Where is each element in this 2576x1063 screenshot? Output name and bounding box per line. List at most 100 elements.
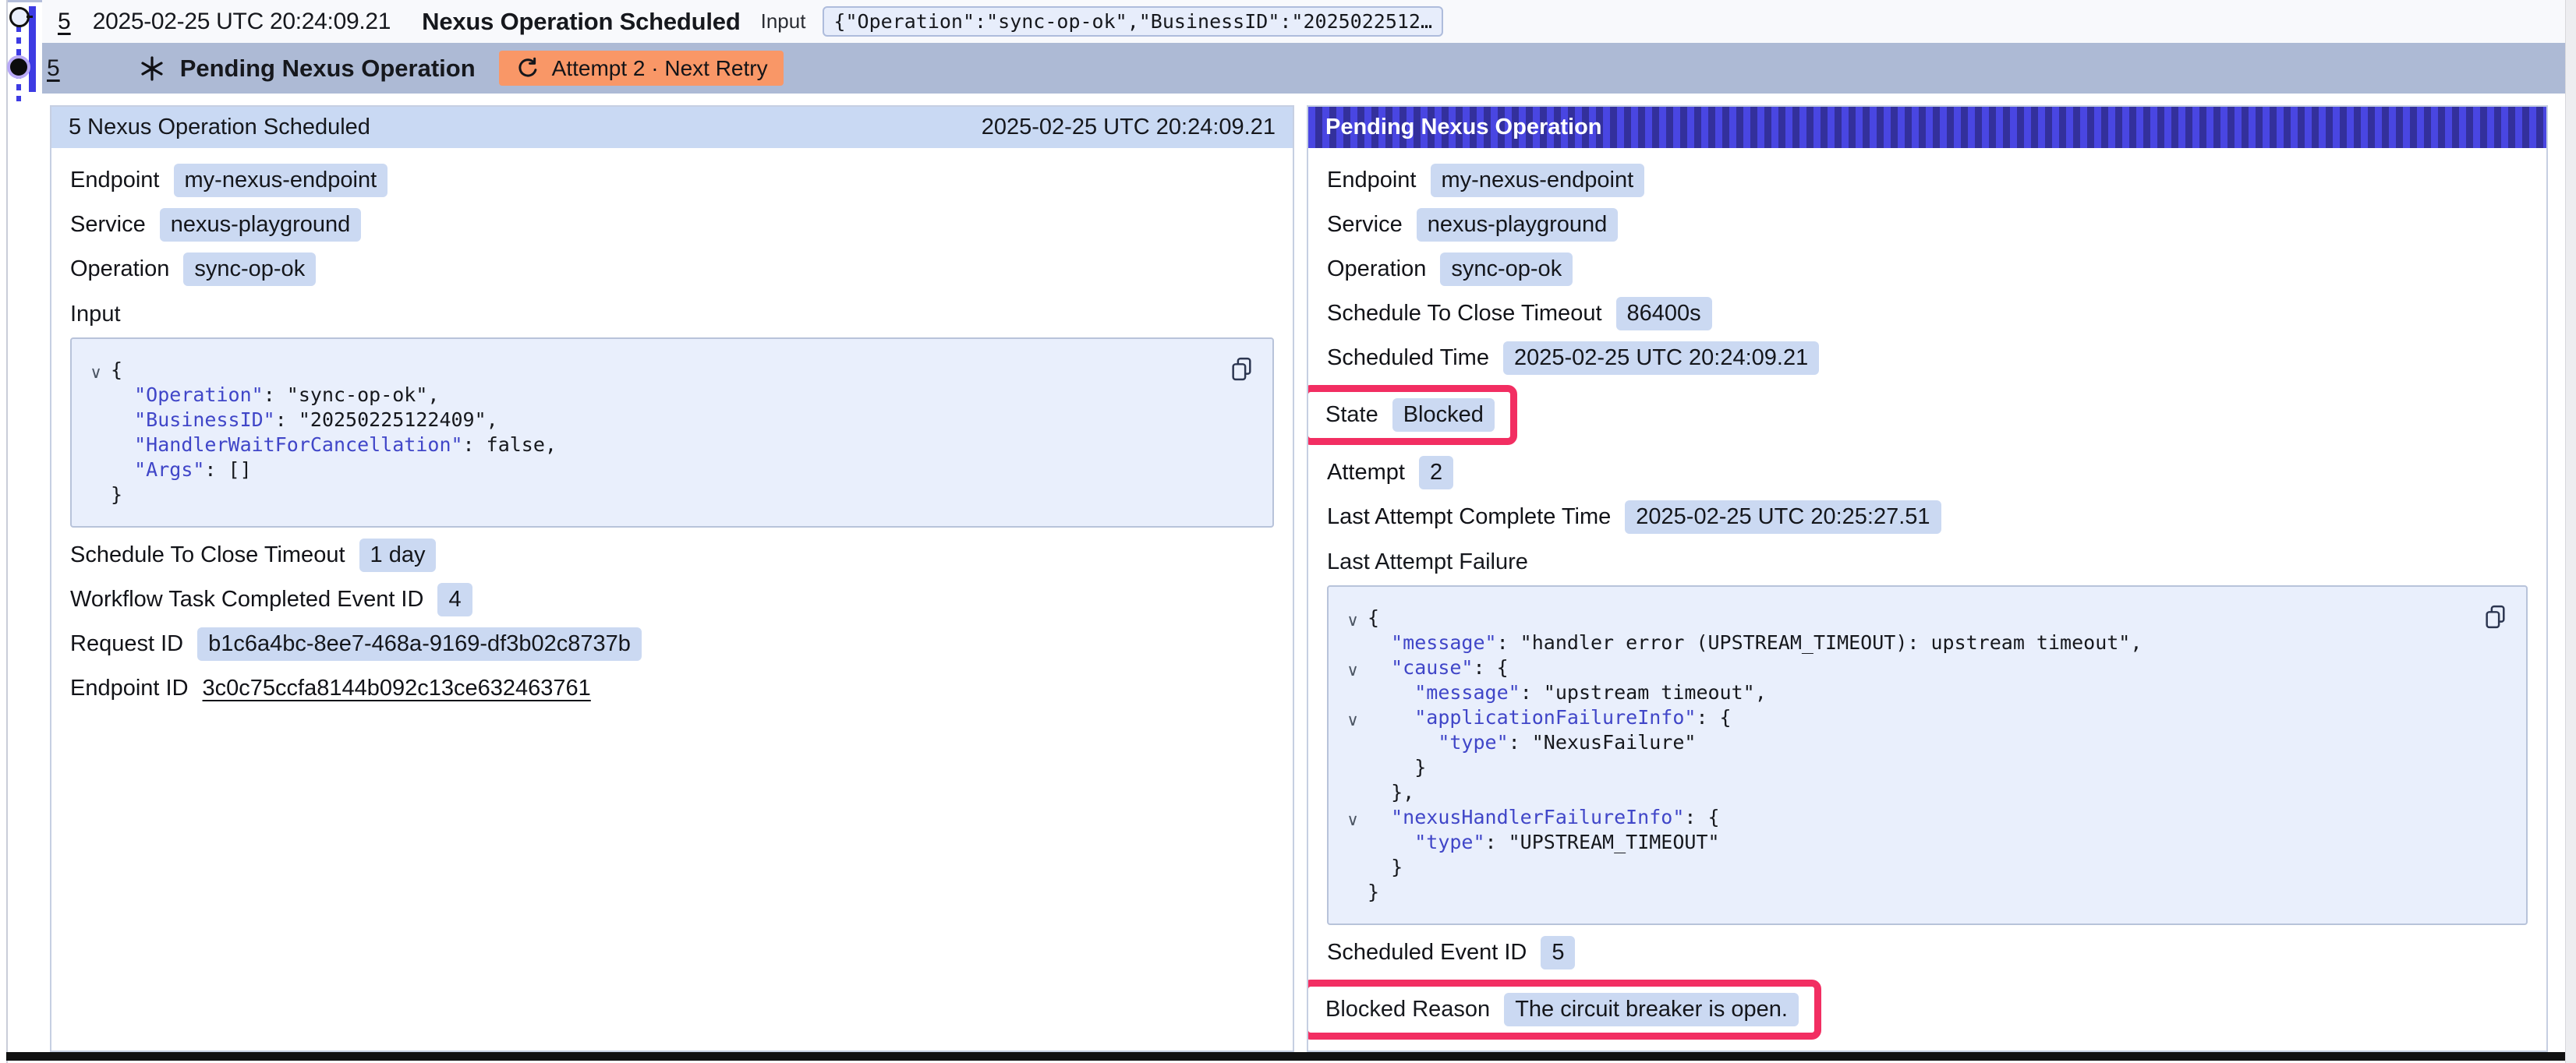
collapse-chevron-icon[interactable]: ∨ xyxy=(1338,608,1368,633)
field-label: Blocked Reason xyxy=(1325,997,1490,1022)
json-line: "type": "UPSTREAM_TIMEOUT" xyxy=(1338,830,2479,855)
failure-json-code: ∨{ "message": "handler error (UPSTREAM_T… xyxy=(1338,606,2479,905)
collapse-chevron-icon xyxy=(81,485,111,510)
json-line: ∨{ xyxy=(1338,606,2479,630)
field-value-badge: 2025-02-25 UTC 20:25:27.51 xyxy=(1625,500,1941,534)
field-row: Last Attempt Complete Time 2025-02-25 UT… xyxy=(1327,500,2528,534)
field-label: Last Attempt Complete Time xyxy=(1327,504,1611,530)
event-history-row-scheduled[interactable]: 5 2025-02-25 UTC 20:24:09.21 Nexus Opera… xyxy=(42,0,2565,43)
event-detail-timestamp: 2025-02-25 UTC 20:24:09.21 xyxy=(982,115,1276,140)
collapse-chevron-icon xyxy=(1338,832,1368,857)
field-label: Scheduled Event ID xyxy=(1327,940,1527,966)
event-input-label: Input xyxy=(761,9,806,34)
field-value-badge: my-nexus-endpoint xyxy=(1431,164,1645,197)
json-line: ∨ "cause": { xyxy=(1338,655,2479,680)
pending-id-link[interactable]: 5 xyxy=(47,55,60,82)
json-line: "Args": [] xyxy=(81,457,1226,482)
collapse-chevron-icon xyxy=(1338,683,1368,708)
collapse-chevron-icon xyxy=(1338,782,1368,807)
field-label: Endpoint xyxy=(1327,168,1417,193)
json-line: } xyxy=(1338,755,2479,780)
json-line: } xyxy=(81,482,1226,507)
field-row: Service nexus-playground xyxy=(70,207,1274,242)
state-value-badge: Blocked xyxy=(1392,398,1495,432)
field-label: Schedule To Close Timeout xyxy=(1327,301,1602,327)
field-label: State xyxy=(1325,402,1378,428)
scrollbar[interactable] xyxy=(2565,0,2576,1063)
input-json-block: ∨{ "Operation": "sync-op-ok", "BusinessI… xyxy=(70,337,1274,528)
collapse-chevron-icon[interactable]: ∨ xyxy=(1338,807,1368,832)
field-value-badge: b1c6a4bc-8ee7-468a-9169-df3b02c8737b xyxy=(197,627,642,661)
field-value-badge: 4 xyxy=(437,583,472,616)
field-row: Scheduled Event ID 5 xyxy=(1327,935,2528,969)
pending-operation-title: Pending Nexus Operation xyxy=(180,55,476,83)
pending-operation-row[interactable]: 5 Pending Nexus Operation Attempt 2 · Ne… xyxy=(42,43,2565,94)
collapse-chevron-icon[interactable]: ∨ xyxy=(81,360,111,385)
collapse-chevron-icon xyxy=(1338,633,1368,658)
collapse-chevron-icon[interactable]: ∨ xyxy=(1338,658,1368,683)
json-line: } xyxy=(1338,880,2479,905)
event-id-link[interactable]: 5 xyxy=(58,9,71,35)
pending-marker-filled-dot-icon xyxy=(10,58,27,76)
collapse-chevron-icon xyxy=(81,385,111,410)
collapse-chevron-icon[interactable]: ∨ xyxy=(1338,708,1368,733)
json-line: }, xyxy=(1338,780,2479,805)
endpoint-id-row: Endpoint ID 3c0c75ccfa8144b092c13ce63246… xyxy=(70,671,1274,705)
retry-status-badge: Attempt 2 · Next Retry xyxy=(499,51,784,86)
collapse-chevron-icon xyxy=(1338,733,1368,758)
input-section-label: Input xyxy=(70,300,1274,328)
bottom-divider xyxy=(6,1052,2566,1061)
field-label: Scheduled Time xyxy=(1327,345,1489,371)
event-fields-bottom: Schedule To Close Timeout 1 day Workflow… xyxy=(70,538,1274,661)
endpoint-id-link[interactable]: 3c0c75ccfa8144b092c13ce632463761 xyxy=(203,676,591,701)
blocked-reason-row: Blocked Reason The circuit breaker is op… xyxy=(1327,980,2528,1040)
field-row: Request ID b1c6a4bc-8ee7-468a-9169-df3b0… xyxy=(70,627,1274,661)
json-line: ∨ "nexusHandlerFailureInfo": { xyxy=(1338,805,2479,830)
field-value-badge: 86400s xyxy=(1616,297,1712,330)
field-label: Endpoint xyxy=(70,168,160,193)
field-label: Operation xyxy=(70,256,169,282)
nexus-asterisk-icon xyxy=(138,55,166,83)
field-label: Service xyxy=(70,212,146,238)
event-timestamp: 2025-02-25 UTC 20:24:09.21 xyxy=(93,9,391,35)
left-gutter-rule xyxy=(6,0,8,1063)
json-line: "message": "handler error (UPSTREAM_TIME… xyxy=(1338,630,2479,655)
field-value-badge: nexus-playground xyxy=(1417,208,1619,242)
field-value-badge: sync-op-ok xyxy=(183,253,316,286)
field-label: Workflow Task Completed Event ID xyxy=(70,587,423,613)
copy-icon[interactable] xyxy=(1229,356,1255,384)
collapse-chevron-icon xyxy=(81,410,111,435)
state-annotation-box: State Blocked xyxy=(1307,385,1517,445)
json-line: "BusinessID": "20250225122409", xyxy=(81,408,1226,433)
json-line: ∨{ xyxy=(81,358,1226,383)
input-json-code: ∨{ "Operation": "sync-op-ok", "BusinessI… xyxy=(81,358,1226,507)
event-name: Nexus Operation Scheduled xyxy=(422,8,740,36)
event-detail-header: 5 Nexus Operation Scheduled 2025-02-25 U… xyxy=(51,107,1293,148)
retry-badge-label: Attempt 2 · Next Retry xyxy=(552,56,768,81)
json-line: "Operation": "sync-op-ok", xyxy=(81,383,1226,408)
event-input-preview-badge[interactable]: {"Operation":"sync-op-ok","BusinessID":"… xyxy=(823,6,1443,37)
workflow-history-view: 5 2025-02-25 UTC 20:24:09.21 Nexus Opera… xyxy=(0,0,2576,1063)
field-row: Scheduled Time 2025-02-25 UTC 20:24:09.2… xyxy=(1327,341,2528,375)
failure-json-block: ∨{ "message": "handler error (UPSTREAM_T… xyxy=(1327,585,2528,925)
field-row: Service nexus-playground xyxy=(1327,207,2528,242)
pending-fields-top: Endpoint my-nexus-endpoint Service nexus… xyxy=(1327,163,2528,375)
pending-fields-mid: Attempt 2 Last Attempt Complete Time 202… xyxy=(1327,455,2528,534)
collapse-chevron-icon xyxy=(81,460,111,485)
collapse-chevron-icon xyxy=(81,435,111,460)
field-label: Service xyxy=(1327,212,1403,238)
field-value-badge: 2 xyxy=(1419,456,1453,489)
pending-fields-bottom: Scheduled Event ID 5 xyxy=(1327,935,2528,969)
field-label: Endpoint ID xyxy=(70,676,189,701)
field-row: Attempt 2 xyxy=(1327,455,2528,489)
field-row: Operation sync-op-ok xyxy=(70,252,1274,286)
collapse-chevron-icon xyxy=(1338,758,1368,782)
blocked-reason-annotation-box: Blocked Reason The circuit breaker is op… xyxy=(1307,980,1821,1040)
field-label: Operation xyxy=(1327,256,1426,282)
field-row: Schedule To Close Timeout 1 day xyxy=(70,538,1274,572)
field-row: Schedule To Close Timeout 86400s xyxy=(1327,296,2528,330)
field-value-badge: nexus-playground xyxy=(160,208,362,242)
copy-icon[interactable] xyxy=(2482,604,2509,632)
json-line: "HandlerWaitForCancellation": false, xyxy=(81,433,1226,457)
field-row: Endpoint my-nexus-endpoint xyxy=(1327,163,2528,197)
